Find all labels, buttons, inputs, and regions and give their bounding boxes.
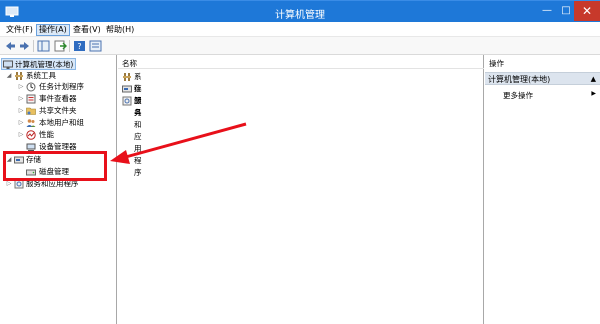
- shared-folder-icon: [26, 107, 36, 115]
- tree-item-label: 性能: [39, 130, 54, 139]
- services-icon: [122, 96, 132, 106]
- console-tree: 计算机管理(本地) ◢ 系统工具 ▷ 任务计划程序 ▷ 事件查看器 ▷ 共享文件…: [0, 55, 117, 324]
- forward-arrow-icon[interactable]: [18, 40, 31, 52]
- performance-icon: [26, 130, 36, 140]
- more-actions-link[interactable]: 更多操作: [503, 90, 533, 101]
- collapse-caret-icon[interactable]: ▲: [591, 75, 596, 83]
- actions-header: 操作: [485, 57, 600, 69]
- expand-arrow-icon[interactable]: ▷: [17, 117, 25, 129]
- tree-item-label: 事件查看器: [39, 94, 77, 103]
- tree-item-performance[interactable]: ▷ 性能: [0, 129, 117, 141]
- tree-item-task-scheduler[interactable]: ▷ 任务计划程序: [0, 81, 117, 93]
- menu-action[interactable]: 操作(A): [36, 24, 70, 36]
- title-bar: 计算机管理 — □ ✕: [0, 0, 600, 22]
- toolbar-separator: [69, 40, 70, 52]
- menu-file[interactable]: 文件(F): [4, 24, 35, 36]
- event-viewer-icon: [26, 94, 36, 104]
- properties-icon[interactable]: [89, 40, 102, 52]
- actions-section-computer-management[interactable]: 计算机管理(本地) ▲: [485, 72, 600, 85]
- expand-arrow-icon[interactable]: ▷: [17, 105, 25, 117]
- maximize-button[interactable]: □: [557, 1, 575, 21]
- clock-icon: [26, 82, 36, 92]
- system-tools-icon: [123, 73, 131, 81]
- menu-bar: 文件(F) 操作(A) 查看(V) 帮助(H): [0, 22, 600, 37]
- toolbar-separator: [33, 40, 34, 52]
- list-item-label: 服务和应用程序: [134, 96, 142, 177]
- actions-pane: 操作 计算机管理(本地) ▲ 更多操作 ▶: [485, 55, 600, 324]
- minimize-button[interactable]: —: [538, 1, 556, 21]
- tree-item-label: 任务计划程序: [39, 82, 84, 91]
- window-title: 计算机管理: [275, 10, 325, 21]
- column-header-label: 名称: [122, 59, 137, 68]
- tree-item-shared-folders[interactable]: ▷ 共享文件夹: [0, 105, 117, 117]
- toolbar: ?: [0, 37, 600, 55]
- annotation-highlight-box: [3, 151, 107, 181]
- system-tools-icon: [15, 72, 23, 80]
- tree-item-local-users[interactable]: ▷ 本地用户和组: [0, 117, 117, 129]
- help-icon[interactable]: ?: [73, 40, 86, 52]
- tree-item-computer-management[interactable]: 计算机管理(本地): [1, 58, 76, 70]
- show-hide-tree-icon[interactable]: [37, 40, 50, 52]
- back-arrow-icon[interactable]: [4, 40, 17, 52]
- tree-item-label: 共享文件夹: [39, 106, 77, 115]
- export-list-icon[interactable]: [54, 40, 67, 52]
- computer-management-icon: [3, 60, 13, 69]
- expand-arrow-icon[interactable]: ▷: [17, 81, 25, 93]
- close-button[interactable]: ✕: [574, 1, 600, 21]
- storage-icon: [122, 85, 132, 93]
- column-header-name[interactable]: 名称: [118, 57, 484, 69]
- menu-help[interactable]: 帮助(H): [104, 24, 136, 36]
- results-pane: 名称 系统工具 存储 服务和应用程序: [118, 55, 484, 324]
- tree-item-label: 本地用户和组: [39, 118, 84, 127]
- actions-header-label: 操作: [489, 59, 504, 68]
- menu-view[interactable]: 查看(V): [71, 24, 103, 36]
- submenu-arrow-icon[interactable]: ▶: [591, 90, 596, 97]
- actions-section-label: 计算机管理(本地): [488, 75, 551, 84]
- users-icon: [26, 119, 36, 127]
- expand-arrow-icon[interactable]: ▷: [17, 93, 25, 105]
- tree-item-event-viewer[interactable]: ▷ 事件查看器: [0, 93, 117, 105]
- expand-arrow-icon[interactable]: ▷: [17, 129, 25, 141]
- svg-text:?: ?: [77, 42, 81, 51]
